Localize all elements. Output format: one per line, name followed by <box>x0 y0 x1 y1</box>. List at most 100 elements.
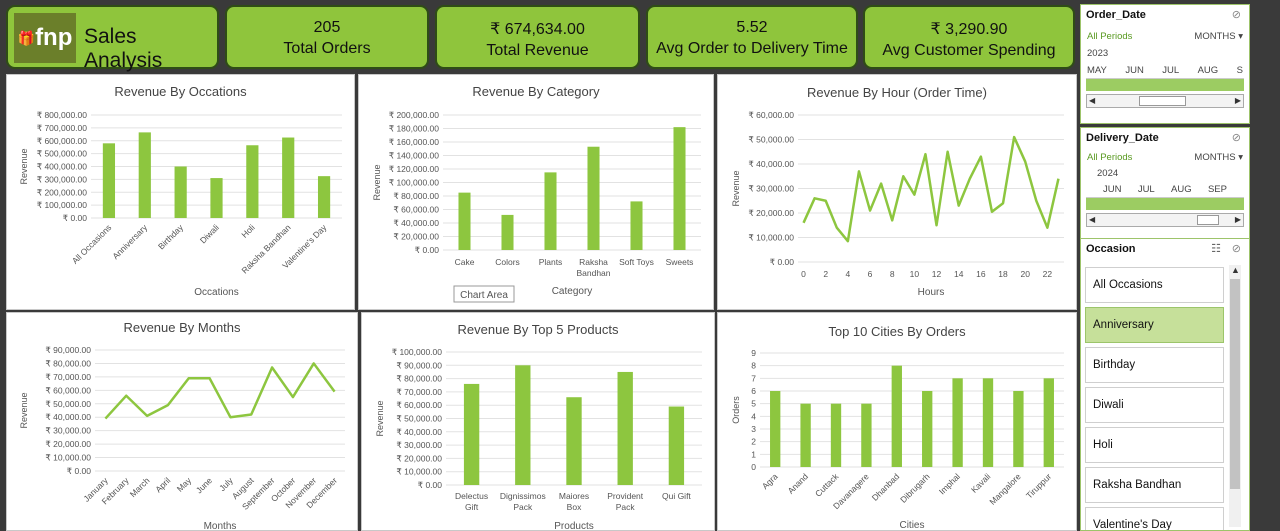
chart-title: Top 10 Cities By Orders <box>828 324 966 339</box>
x-tick-label: Dhanbad <box>870 471 902 503</box>
y-tick-label: ₹ 0.00 <box>67 466 92 476</box>
timeline-scrollbar[interactable]: ◀ ▶ <box>1086 213 1244 227</box>
kpi-value: 5.52 <box>736 19 768 36</box>
chart-revenue-by-category[interactable]: Revenue By Category ₹ 200,000.00 ₹ 180,000… <box>358 74 714 310</box>
slicer-item[interactable]: Diwali <box>1085 387 1224 423</box>
y-tick-label: 0 <box>751 462 756 472</box>
x-tick-label: Soft Toys <box>619 257 654 267</box>
bar <box>770 391 781 467</box>
bar <box>544 172 557 250</box>
bar <box>317 176 331 218</box>
bar <box>587 146 600 250</box>
x-tick-label: 20 <box>1020 269 1030 279</box>
timeline-month[interactable]: JUL <box>1162 65 1179 76</box>
chart-revenue-by-hour[interactable]: Revenue By Hour (Order Time) ₹ 60,000.00 ₹… <box>717 74 1077 310</box>
slicer-scrollbar[interactable]: ▲ <box>1229 265 1241 527</box>
scroll-left-icon[interactable]: ◀ <box>1089 214 1095 226</box>
chart-revenue-by-occasions[interactable]: Revenue By Occations ₹ 800,000.00 ₹ 700,00… <box>6 74 355 310</box>
timeline-month[interactable]: SEP <box>1208 184 1227 195</box>
x-axis-label: Occations <box>194 287 238 298</box>
series-line <box>104 362 336 420</box>
all-periods-label[interactable]: All Periods <box>1087 31 1132 42</box>
x-tick-label: Agra <box>760 471 780 491</box>
slicer-title: Delivery_Date <box>1086 132 1159 144</box>
x-tick-label: Delectus Gift <box>455 491 488 512</box>
time-level-dropdown[interactable]: MONTHS ▾ <box>1194 152 1243 163</box>
slicer-occasion[interactable]: Occasion ☷ ⊘ All Occasions Anniversary Bir… <box>1080 238 1250 531</box>
slicer-title: Order_Date <box>1086 9 1146 21</box>
clear-filter-icon[interactable]: ⊘ <box>1232 8 1241 21</box>
kpi-total-revenue: ₹ 674,634.00 Total Revenue <box>435 5 640 69</box>
y-tick-label: ₹ 80,000.00 <box>396 374 442 384</box>
timeline-month[interactable]: JUN <box>1125 65 1143 76</box>
scroll-thumb[interactable] <box>1139 96 1186 106</box>
x-axis-label: Hours <box>918 287 945 298</box>
y-tick-label: ₹ 100,000.00 <box>389 178 440 188</box>
bar <box>673 127 686 250</box>
scroll-thumb[interactable] <box>1197 215 1219 225</box>
logo-text: fnp <box>35 24 73 51</box>
timeline-month[interactable]: AUG <box>1198 65 1219 76</box>
y-tick-label: 2 <box>751 437 756 447</box>
y-tick-label: ₹ 50,000.00 <box>45 399 91 409</box>
slicer-delivery-date[interactable]: Delivery_Date ⊘ All Periods MONTHS ▾ 2024… <box>1080 127 1250 240</box>
scroll-left-icon[interactable]: ◀ <box>1089 95 1095 107</box>
scroll-up-icon[interactable]: ▲ <box>1231 265 1240 275</box>
y-tick-label: ₹ 60,000.00 <box>45 385 91 395</box>
bar <box>515 365 531 485</box>
y-tick-label: ₹ 300,000.00 <box>37 174 88 184</box>
timeline-year: 2024 <box>1097 168 1119 179</box>
y-tick-label: ₹ 0.00 <box>770 257 795 267</box>
timeline-selection-bar[interactable] <box>1086 197 1244 210</box>
timeline-month[interactable]: MAY <box>1087 65 1107 76</box>
timeline-month[interactable]: JUL <box>1138 184 1155 195</box>
time-level-dropdown[interactable]: MONTHS ▾ <box>1194 31 1243 42</box>
y-tick-label: 4 <box>751 411 756 421</box>
chart-title: Revenue By Occations <box>114 84 247 99</box>
slicer-item[interactable]: Raksha Bandhan <box>1085 467 1224 503</box>
y-tick-label: ₹ 10,000.00 <box>45 453 91 463</box>
clear-filter-icon[interactable]: ⊘ <box>1232 131 1241 144</box>
timeline-month[interactable]: S <box>1237 65 1243 76</box>
slicer-item[interactable]: Anniversary <box>1085 307 1224 343</box>
timeline-scrollbar[interactable]: ◀ ▶ <box>1086 94 1244 108</box>
scroll-right-icon[interactable]: ▶ <box>1235 214 1241 226</box>
x-tick-label: All Occasions <box>70 222 113 265</box>
y-tick-label: ₹ 0.00 <box>63 213 88 223</box>
y-tick-label: ₹ 700,000.00 <box>37 123 88 133</box>
bar <box>458 192 471 250</box>
timeline-selection-bar[interactable] <box>1086 78 1244 91</box>
bar <box>630 201 643 250</box>
y-tick-label: ₹ 0.00 <box>415 245 440 255</box>
chart-revenue-by-months[interactable]: Revenue By Months ₹ 90,000.00 ₹ 80,000.00 ₹… <box>6 312 358 531</box>
timeline-month[interactable]: JUN <box>1103 184 1121 195</box>
y-tick-label: ₹ 120,000.00 <box>389 164 440 174</box>
bar <box>210 178 223 218</box>
x-tick-label: 22 <box>1043 269 1053 279</box>
slicer-item[interactable]: Valentine's Day <box>1085 507 1224 530</box>
y-tick-label: ₹ 30,000.00 <box>45 426 91 436</box>
y-tick-label: ₹ 40,000.00 <box>396 427 442 437</box>
chart-revenue-by-products[interactable]: Revenue By Top 5 Products ₹ 100,000.00 ₹ 9… <box>361 312 715 531</box>
slicer-order-date[interactable]: Order_Date ⊘ All Periods MONTHS ▾ 2023 MA… <box>1080 4 1250 124</box>
multi-select-icon[interactable]: ☷ <box>1211 242 1221 255</box>
chart-top-cities[interactable]: Top 10 Cities By Orders 9 8 7 6 5 4 3 2 1 0 Orders C… <box>717 312 1077 531</box>
bar <box>830 403 842 467</box>
scroll-thumb[interactable] <box>1230 279 1240 489</box>
slicer-item[interactable]: Holi <box>1085 427 1224 463</box>
y-tick-label: ₹ 60,000.00 <box>396 400 442 410</box>
slicer-item[interactable]: Birthday <box>1085 347 1224 383</box>
x-tick-label: June <box>194 475 214 495</box>
x-tick-label: Plants <box>539 257 563 267</box>
scroll-right-icon[interactable]: ▶ <box>1235 95 1241 107</box>
x-tick-label: Provident Pack <box>607 491 644 512</box>
y-tick-label: ₹ 30,000.00 <box>748 184 794 194</box>
y-tick-label: ₹ 90,000.00 <box>45 345 91 355</box>
all-periods-label[interactable]: All Periods <box>1087 152 1132 163</box>
y-tick-label: ₹ 500,000.00 <box>37 149 88 159</box>
timeline-month[interactable]: AUG <box>1171 184 1192 195</box>
clear-filter-icon[interactable]: ⊘ <box>1232 242 1241 255</box>
slicer-item[interactable]: All Occasions <box>1085 267 1224 303</box>
y-axis-label: Orders <box>731 396 741 424</box>
y-tick-label: 6 <box>751 386 756 396</box>
